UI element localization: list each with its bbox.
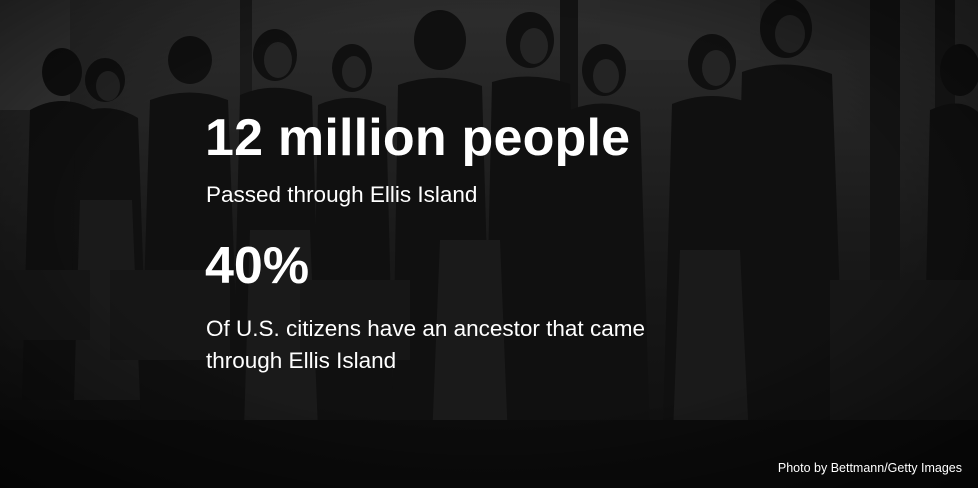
stat-value-percent: 40% bbox=[205, 237, 310, 295]
stat-description-percent: Of U.S. citizens have an ancestor that c… bbox=[206, 316, 645, 373]
photo-credit: Photo by Bettmann/Getty Images bbox=[777, 461, 962, 475]
stat-description-people: Passed through Ellis Island bbox=[206, 182, 478, 207]
stat-value-people: 12 million people bbox=[205, 109, 631, 167]
infographic-card: 12 million people Passed through Ellis I… bbox=[0, 0, 978, 488]
dark-overlay bbox=[0, 0, 978, 488]
